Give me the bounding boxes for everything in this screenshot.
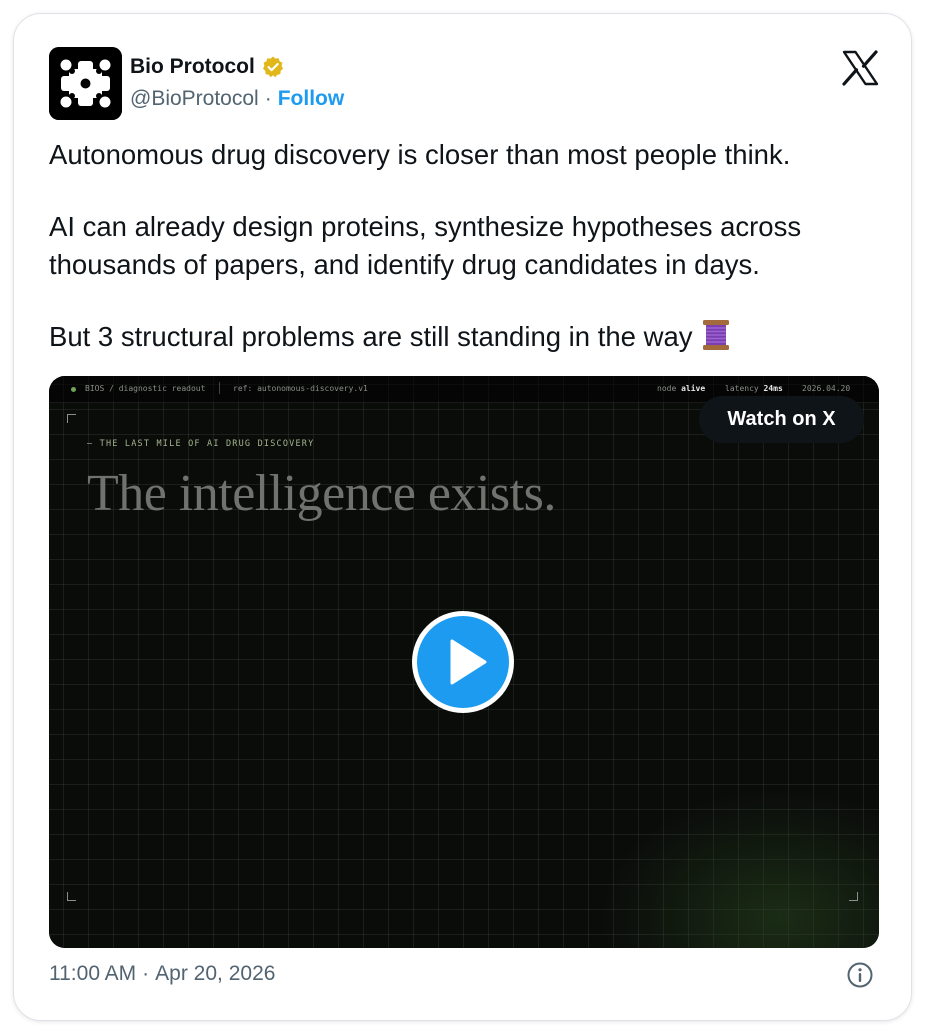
author-handle[interactable]: @BioProtocol xyxy=(130,87,259,111)
tweet-line: AI can already design proteins, synthesi… xyxy=(49,211,802,242)
play-button[interactable] xyxy=(409,608,517,716)
frame-corner xyxy=(849,892,858,901)
x-logo-icon[interactable] xyxy=(841,50,879,86)
separator-dot: · xyxy=(264,87,272,110)
info-icon[interactable] xyxy=(846,961,874,989)
author-name-row: Bio Protocol xyxy=(130,52,285,82)
video-status-ref: ref: autonomous-discovery.v1 xyxy=(233,384,368,393)
play-icon xyxy=(412,611,514,713)
tweet-time: 11:00 AM xyxy=(49,962,137,985)
video-player[interactable]: BIOS / diagnostic readout ref: autonomou… xyxy=(49,376,879,948)
tweet-line: thousands of papers, and identify drug c… xyxy=(49,249,760,280)
author-handle-row: @BioProtocol · Follow xyxy=(130,84,344,114)
divider xyxy=(219,382,220,394)
bio-protocol-logo-icon xyxy=(49,47,122,120)
thread-spool-icon xyxy=(702,320,729,350)
tweet-line: But 3 structural problems are still stan… xyxy=(49,321,693,352)
separator-dot: · xyxy=(142,962,150,985)
tweet-line-with-emoji: But 3 structural problems are still stan… xyxy=(49,318,889,356)
video-headline: The intelligence exists. xyxy=(87,465,556,522)
follow-button[interactable]: Follow xyxy=(278,87,345,111)
verified-badge-icon xyxy=(262,56,283,78)
video-glow xyxy=(599,788,879,948)
author-display-name[interactable]: Bio Protocol xyxy=(130,55,255,79)
status-dot-icon xyxy=(71,387,76,392)
video-status-latency: latency 24ms xyxy=(725,384,783,393)
video-status-date: 2026.04.20 xyxy=(802,384,851,393)
tweet-line: Autonomous drug discovery is closer than… xyxy=(49,139,791,170)
tweet-date: Apr 20, 2026 xyxy=(155,962,276,985)
video-status-source: BIOS / diagnostic readout xyxy=(85,384,206,393)
tweet-embed-card: Bio Protocol @BioProtocol · Follow Auton… xyxy=(13,13,912,1021)
frame-corner xyxy=(67,892,76,901)
video-kicker: — THE LAST MILE OF AI DRUG DISCOVERY xyxy=(87,439,315,449)
frame-corner xyxy=(67,414,76,423)
avatar[interactable] xyxy=(49,47,122,120)
tweet-timestamp[interactable]: 11:00 AM · Apr 20, 2026 xyxy=(49,959,275,989)
tweet-text: Autonomous drug discovery is closer than… xyxy=(49,136,889,356)
video-status-node: node alive xyxy=(657,384,706,393)
watch-on-x-button[interactable]: Watch on X xyxy=(699,396,864,443)
